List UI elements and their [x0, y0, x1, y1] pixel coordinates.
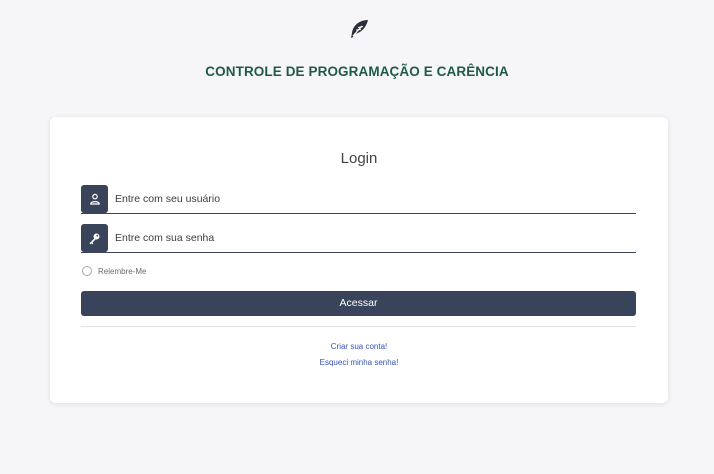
divider	[81, 326, 636, 327]
submit-button[interactable]: Acessar	[81, 291, 636, 316]
app-title: CONTROLE DE PROGRAMAÇÃO E CARÊNCIA	[205, 64, 509, 79]
remember-me-label: Relembre-Me	[98, 266, 147, 276]
login-heading: Login	[340, 150, 378, 167]
key-icon	[81, 224, 108, 252]
username-input[interactable]	[115, 189, 625, 209]
feather-icon	[347, 17, 371, 41]
password-field	[81, 224, 636, 253]
user-icon	[81, 185, 108, 213]
remember-me-option[interactable]: Relembre-Me	[82, 265, 146, 277]
remember-me-checkbox[interactable]	[82, 266, 92, 276]
username-field	[81, 185, 636, 214]
login-card: Login Relembre-Me Acessar Criar sua cont…	[50, 117, 668, 403]
password-input[interactable]	[115, 228, 625, 248]
forgot-password-link[interactable]: Esqueci minha senha!	[50, 358, 668, 367]
create-account-link[interactable]: Criar sua conta!	[50, 342, 668, 351]
